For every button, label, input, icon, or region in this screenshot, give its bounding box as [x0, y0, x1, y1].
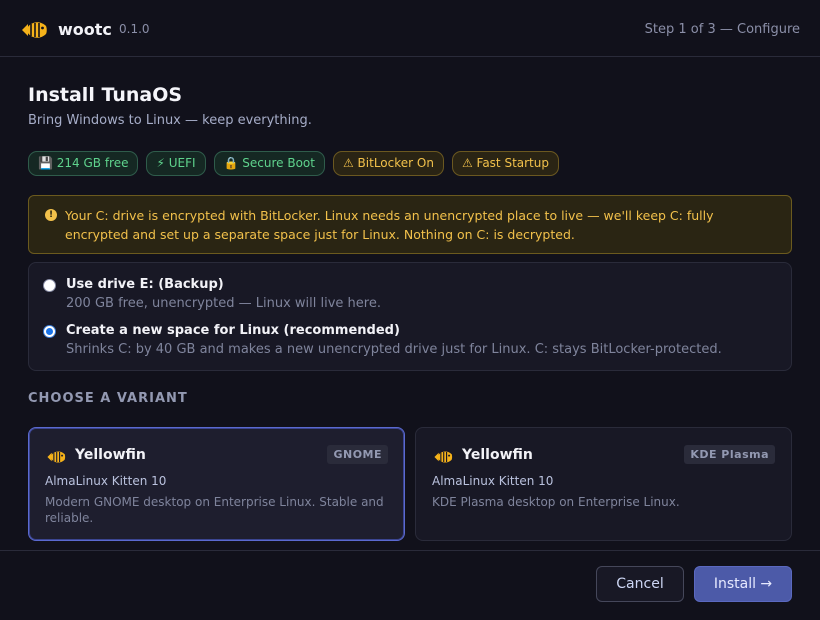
fish-icon: [434, 451, 453, 463]
desktop-tag: GNOME: [327, 445, 388, 464]
install-location-options: Use drive E: (Backup) 200 GB free, unenc…: [28, 262, 792, 371]
option-title: Create a new space for Linux (recommende…: [66, 323, 400, 338]
option-description: Shrinks C: by 40 GB and makes a new unen…: [66, 342, 722, 357]
alert-text: Your C: drive is encrypted with BitLocke…: [65, 208, 714, 242]
variant-description: KDE Plasma desktop on Enterprise Linux.: [432, 495, 680, 509]
step-indicator: Step 1 of 3 — Configure: [644, 22, 800, 37]
page-subtitle: Bring Windows to Linux — keep everything…: [28, 113, 312, 128]
variant-name: Yellowfin: [75, 447, 146, 463]
app-version: 0.1.0: [119, 22, 150, 36]
cancel-button[interactable]: Cancel: [596, 566, 684, 602]
top-bar: wootc 0.1.0 Step 1 of 3 — Configure: [0, 0, 820, 57]
variant-base: AlmaLinux Kitten 10: [432, 474, 554, 488]
uefi-badge: ⚡ UEFI: [146, 151, 206, 176]
variant-section-label: CHOOSE A VARIANT: [28, 391, 188, 406]
variant-name: Yellowfin: [462, 447, 533, 463]
status-badges: 💾 214 GB free ⚡ UEFI 🔒 Secure Boot ⚠ Bit…: [28, 151, 559, 176]
secure-boot-badge: 🔒 Secure Boot: [213, 151, 325, 176]
disk-space-badge: 💾 214 GB free: [28, 151, 139, 176]
radio-button[interactable]: [43, 279, 56, 292]
variant-card-kde[interactable]: Yellowfin KDE Plasma AlmaLinux Kitten 10…: [415, 427, 792, 541]
option-description: 200 GB free, unencrypted — Linux will li…: [66, 296, 381, 311]
variant-base: AlmaLinux Kitten 10: [45, 474, 167, 488]
fish-icon: [47, 451, 66, 463]
fast-startup-badge: ⚠ Fast Startup: [451, 151, 559, 176]
fish-logo-icon: [22, 22, 47, 38]
variant-description: Modern GNOME desktop on Enterprise Linux…: [45, 495, 384, 525]
option-title: Use drive E: (Backup): [66, 277, 224, 292]
radio-button-checked[interactable]: [43, 325, 56, 338]
install-button[interactable]: Install →: [694, 566, 792, 602]
bitlocker-alert: ! Your C: drive is encrypted with BitLoc…: [28, 195, 792, 254]
page-title: Install TunaOS: [28, 84, 183, 106]
bitlocker-badge: ⚠ BitLocker On: [332, 151, 444, 176]
warning-icon: !: [45, 209, 57, 221]
desktop-tag: KDE Plasma: [684, 445, 775, 464]
variant-card-gnome[interactable]: Yellowfin GNOME AlmaLinux Kitten 10 Mode…: [28, 427, 405, 541]
app-name: wootc: [58, 20, 112, 39]
